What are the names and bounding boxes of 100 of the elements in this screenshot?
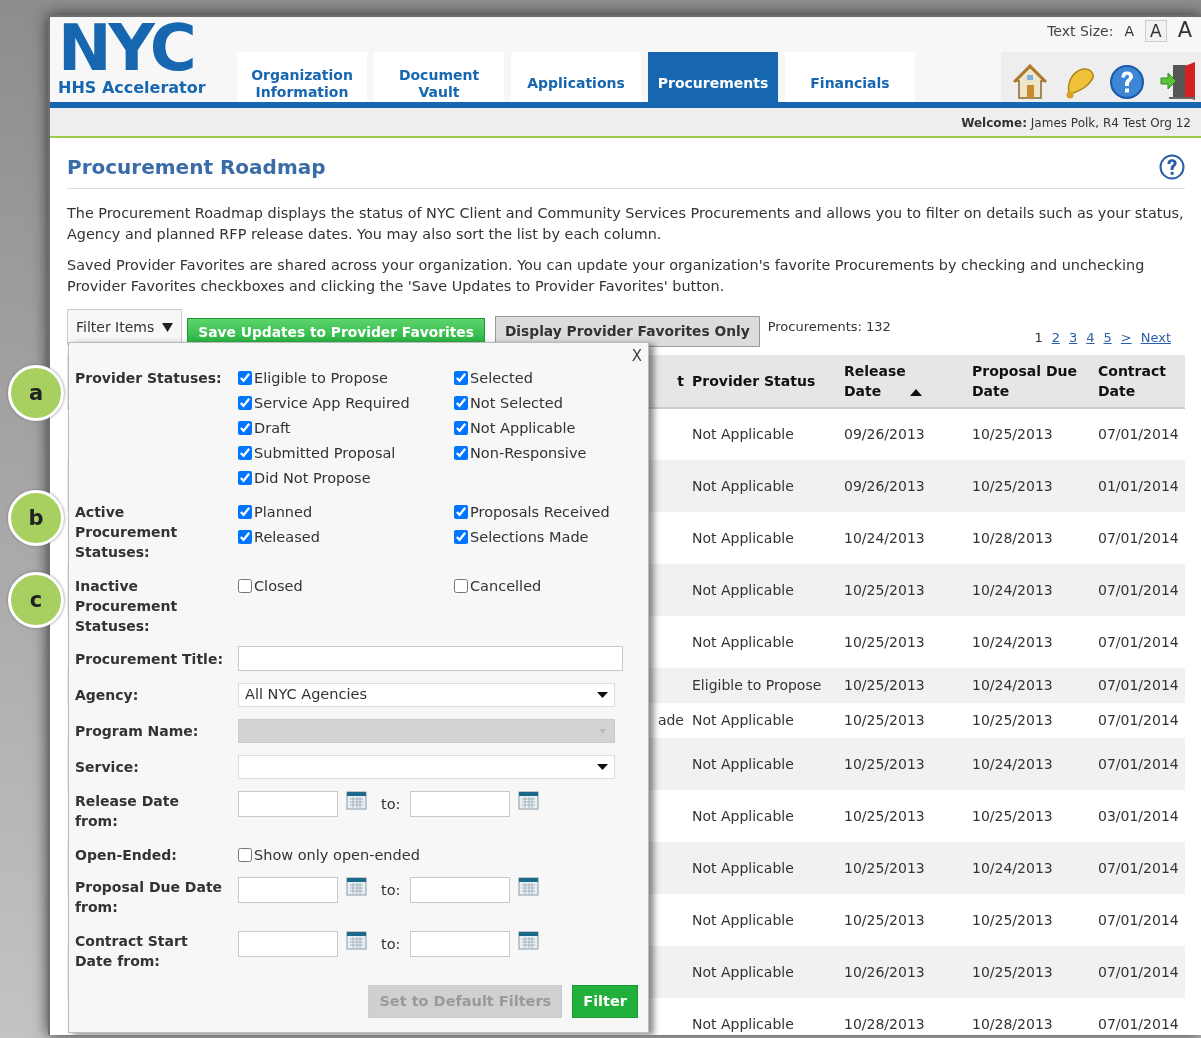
text-size-option[interactable]: A <box>1145 19 1167 43</box>
field-label: Release Date from: <box>75 792 179 831</box>
checkbox[interactable] <box>238 421 252 435</box>
close-button[interactable]: X <box>631 345 642 368</box>
page-link[interactable]: 2 <box>1051 327 1060 347</box>
page-link[interactable]: 1 <box>1034 327 1043 347</box>
exit-icon[interactable] <box>1159 62 1197 100</box>
nav-tab[interactable]: Document Vault <box>374 52 504 102</box>
page-title: Procurement Roadmap <box>67 155 326 179</box>
date-field[interactable] <box>410 877 511 903</box>
table-cell: 10/25/2013 <box>844 581 925 598</box>
table-cell: ade <box>657 712 684 728</box>
field-label: Procurement Title: <box>75 649 223 669</box>
text-size-option[interactable]: A <box>1172 17 1197 45</box>
field-label: Service: <box>75 758 139 777</box>
table-cell: 10/25/2013 <box>972 426 1053 442</box>
to-label: to: <box>381 795 401 814</box>
table-cell: 07/01/2014 <box>1098 755 1179 772</box>
checkbox-label: Released <box>254 528 320 547</box>
date-field[interactable] <box>238 877 338 903</box>
calendar-icon[interactable] <box>518 877 540 897</box>
checkbox[interactable] <box>238 579 252 593</box>
page-link[interactable]: 5 <box>1103 327 1112 347</box>
table-cell: 10/25/2013 <box>844 807 925 824</box>
calendar-icon[interactable] <box>518 791 540 811</box>
checkbox[interactable] <box>454 530 468 544</box>
page-link[interactable]: Next <box>1140 327 1171 347</box>
help-icon[interactable] <box>1159 154 1185 180</box>
table-cell: 07/01/2014 <box>1098 529 1179 546</box>
column-header[interactable]: t <box>677 371 684 391</box>
field-label: Inactive Procurement Statuses: <box>75 577 178 636</box>
table-cell: 09/26/2013 <box>844 426 925 442</box>
table-cell: 10/28/2013 <box>972 529 1053 546</box>
checkbox[interactable] <box>238 371 252 385</box>
checkbox[interactable] <box>454 446 468 460</box>
help-icon[interactable] <box>1109 64 1145 100</box>
date-field[interactable] <box>410 791 511 817</box>
table-cell: 09/26/2013 <box>844 477 925 494</box>
checkbox[interactable] <box>238 446 252 460</box>
table-cell: Eligible to Propose <box>692 677 822 693</box>
text-field[interactable] <box>238 646 623 671</box>
nav-tab[interactable]: Organization Information <box>237 52 367 102</box>
description-text: Saved Provider Favorites are shared across your organization. You can update your organization's favorite Procurements by checking and unchecking Provider Favorites checkboxes and clicking the 'Save Updates to Provider Favorites' button. <box>67 256 1146 296</box>
table-cell: 07/01/2014 <box>1098 712 1179 728</box>
text-size-option[interactable]: A <box>1119 21 1139 41</box>
checkbox[interactable] <box>238 530 252 544</box>
checkbox-label: Proposals Received <box>470 503 610 522</box>
checkbox[interactable] <box>454 579 468 593</box>
table-cell: 10/25/2013 <box>844 677 925 693</box>
nav-tab[interactable]: Applications <box>511 52 641 102</box>
checkbox[interactable] <box>238 848 252 862</box>
dropdown[interactable]: All NYC Agencies <box>238 683 615 707</box>
checkbox-label: Draft <box>254 419 291 438</box>
page-link[interactable]: > <box>1120 327 1132 347</box>
field-label: Provider Statuses: <box>75 369 222 388</box>
calendar-icon[interactable] <box>518 931 540 951</box>
table-cell: Not Applicable <box>692 633 794 650</box>
date-field[interactable] <box>238 791 338 817</box>
checkbox[interactable] <box>238 505 252 519</box>
table-cell: 01/01/2014 <box>1098 477 1179 494</box>
checkbox[interactable] <box>454 505 468 519</box>
logo[interactable]: NYC <box>58 21 194 75</box>
table-cell: 10/24/2013 <box>972 581 1053 598</box>
checkbox[interactable] <box>454 421 468 435</box>
table-cell: 10/24/2013 <box>972 755 1053 772</box>
caret-icon <box>597 691 608 699</box>
date-field[interactable] <box>238 931 338 957</box>
calendar-icon[interactable] <box>346 791 367 811</box>
table-cell: Not Applicable <box>692 911 794 928</box>
table-cell: 07/01/2014 <box>1098 963 1179 980</box>
table-cell: 07/01/2014 <box>1098 581 1179 598</box>
checkbox[interactable] <box>454 396 468 410</box>
table-cell: 10/24/2013 <box>844 529 925 546</box>
table-cell: 10/25/2013 <box>972 963 1053 980</box>
text-size-label: Text Size: <box>1047 21 1114 41</box>
checkbox[interactable] <box>238 396 252 410</box>
checkbox-label: Non-Responsive <box>470 444 587 463</box>
field-label: Program Name: <box>75 722 199 741</box>
date-field[interactable] <box>410 931 511 957</box>
home-icon[interactable] <box>1013 64 1047 100</box>
checkbox-label: Planned <box>254 503 313 522</box>
table-cell: 10/25/2013 <box>844 633 925 650</box>
filter-dropdown-button[interactable]: Filter Items <box>67 309 183 345</box>
checkbox[interactable] <box>238 471 252 485</box>
field-label: Agency: <box>75 686 139 705</box>
checkbox[interactable] <box>454 371 468 385</box>
page-link[interactable]: 3 <box>1068 327 1078 347</box>
caret-icon <box>597 763 608 771</box>
nav-tab[interactable]: Procurements <box>648 52 778 102</box>
to-label: to: <box>381 935 401 954</box>
field-label: Proposal Due Date from: <box>75 878 223 917</box>
checkbox-label: Closed <box>254 577 303 596</box>
calendar-icon[interactable] <box>346 931 367 951</box>
nav-tab[interactable]: Financials <box>785 52 915 102</box>
page-link[interactable]: 4 <box>1086 327 1095 347</box>
table-cell: Not Applicable <box>692 963 794 980</box>
table-cell: 10/24/2013 <box>972 677 1053 693</box>
table-cell: 10/24/2013 <box>972 859 1053 876</box>
table-cell: 07/01/2014 <box>1098 859 1179 876</box>
calendar-icon[interactable] <box>346 877 367 897</box>
